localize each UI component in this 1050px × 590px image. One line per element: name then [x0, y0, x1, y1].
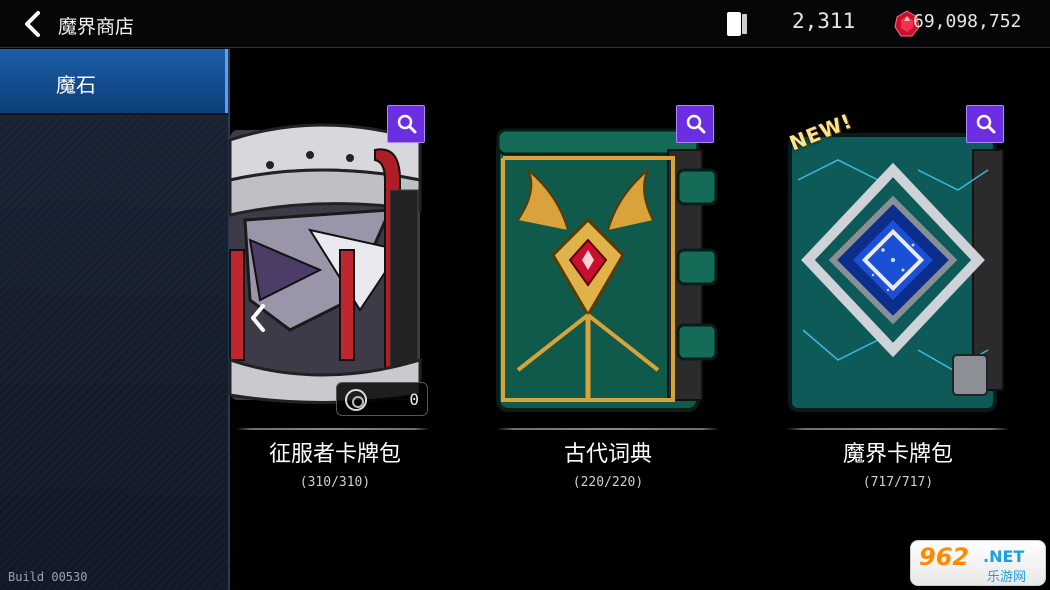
- preview-button[interactable]: [387, 105, 425, 143]
- page-title: 魔界商店: [58, 16, 135, 38]
- pack-art-demon-realm: [778, 100, 1018, 420]
- search-icon: [686, 114, 706, 134]
- product-card-conqueror[interactable]: 0 征服者卡牌包 (310/310): [190, 100, 430, 500]
- preview-button[interactable]: [676, 105, 714, 143]
- carousel-prev-icon[interactable]: [246, 300, 270, 336]
- card-currency-value: 2,311: [792, 9, 856, 33]
- search-icon: [976, 114, 996, 134]
- pack-art-conqueror: [190, 100, 430, 420]
- pack-icon: [345, 389, 367, 411]
- sidebar-item-label: 魔石: [56, 73, 96, 97]
- watermark-site: 乐游网: [987, 570, 1027, 585]
- watermark-suffix: .NET: [983, 547, 1025, 566]
- watermark-number: 962: [919, 543, 970, 571]
- owned-count-badge: 0: [336, 382, 428, 416]
- card-icon: [727, 12, 747, 36]
- divider: [496, 428, 720, 430]
- divider: [236, 428, 430, 430]
- product-count: (310/310): [299, 475, 371, 490]
- site-watermark: 962 .NET 乐游网: [910, 540, 1046, 586]
- product-count: (220/220): [572, 475, 644, 490]
- build-version: Build 00530: [8, 570, 88, 584]
- chevron-left-icon[interactable]: [18, 8, 52, 40]
- product-card-demon-realm[interactable]: NEW! 魔界卡牌包 (717/717): [778, 100, 1018, 500]
- gem-currency-value: 69,098,752: [913, 11, 1022, 32]
- divider: [786, 428, 1010, 430]
- owned-count: 0: [409, 390, 419, 409]
- product-count: (717/717): [862, 475, 934, 490]
- product-name: 魔界卡牌包: [842, 442, 953, 467]
- search-icon: [397, 114, 417, 134]
- preview-button[interactable]: [966, 105, 1004, 143]
- product-card-ancient-dictionary[interactable]: 古代词典 (220/220): [488, 100, 728, 500]
- product-name: 古代词典: [563, 442, 652, 467]
- top-bar: 魔界商店 2,311 69,098,752: [0, 0, 1050, 48]
- pack-art-ancient-dictionary: [488, 100, 728, 420]
- product-name: 征服者卡牌包: [268, 442, 401, 467]
